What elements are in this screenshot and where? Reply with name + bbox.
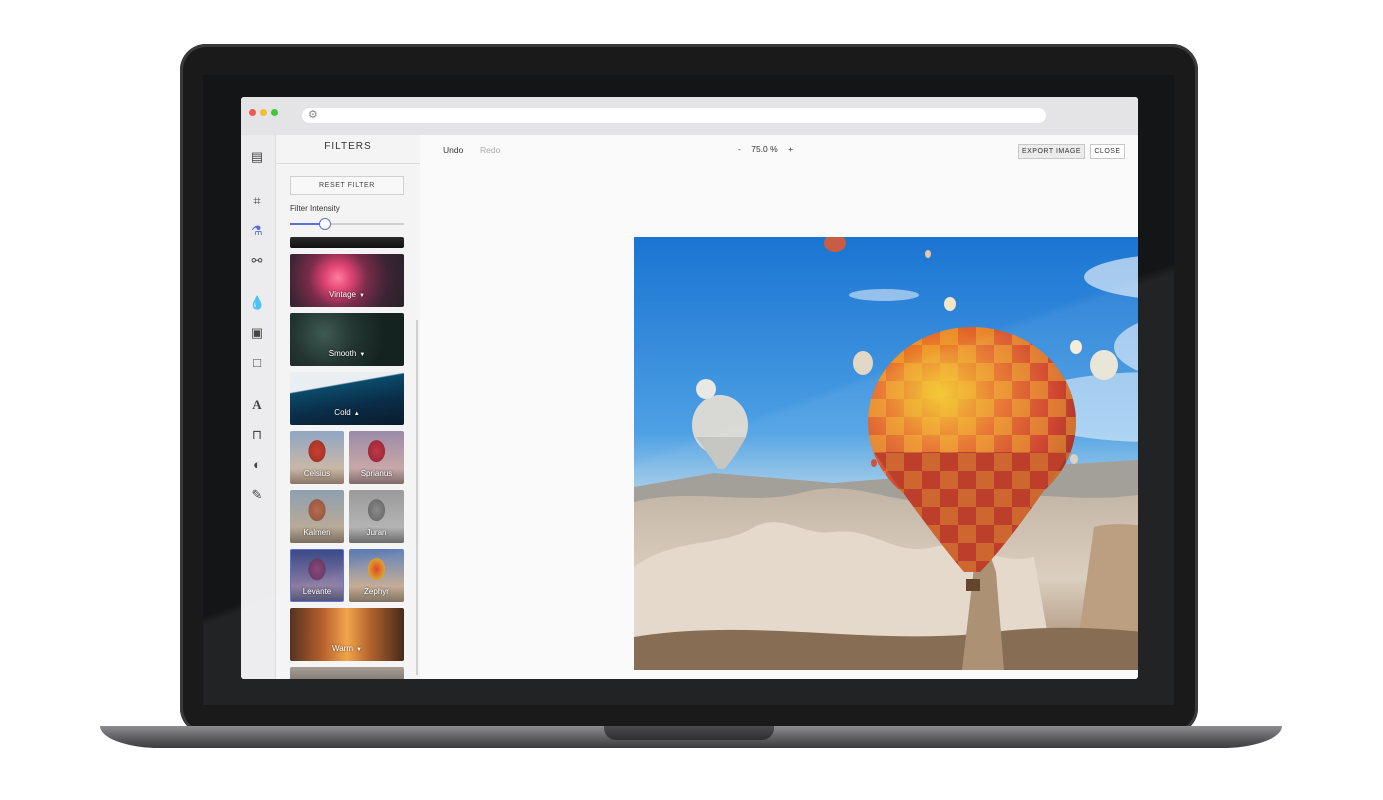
filter-thumb-warm[interactable]: Warm ▼ bbox=[290, 608, 404, 661]
app-window: ⚙ ▤ ⌗ ⚗ ⚯ 💧 ▣ □ A ⊓ ◐ ✎ FILTERS RESET FI… bbox=[241, 97, 1138, 679]
crop-icon[interactable]: ⌗ bbox=[249, 193, 265, 209]
square-icon[interactable]: □ bbox=[249, 355, 265, 371]
close-window-dot[interactable] bbox=[249, 109, 256, 116]
zoom-value: 75.0 % bbox=[751, 144, 778, 154]
filter-thumb-juran[interactable]: Juran bbox=[349, 490, 404, 543]
balloon-photo bbox=[634, 237, 1138, 670]
filter-icon[interactable]: ⚗ bbox=[249, 223, 265, 239]
filter-thumb-kalmen[interactable]: Kalmen bbox=[290, 490, 344, 543]
filter-thumb-smooth[interactable]: Smooth ▼ bbox=[290, 313, 404, 366]
filter-thumb-levante[interactable]: Levante bbox=[290, 549, 344, 602]
tool-rail: ▤ ⌗ ⚗ ⚯ 💧 ▣ □ A ⊓ ◐ ✎ bbox=[241, 135, 276, 679]
browser-titlebar: ⚙ bbox=[241, 97, 1138, 136]
filter-thumb-partial[interactable] bbox=[290, 237, 404, 248]
filter-label: Cold ▲ bbox=[334, 408, 360, 417]
filter-thumb-celsius[interactable]: Celsius bbox=[290, 431, 344, 484]
close-button[interactable]: CLOSE bbox=[1090, 144, 1125, 159]
reset-filter-button[interactable]: RESET FILTER bbox=[290, 176, 404, 195]
filter-label: Levante bbox=[302, 587, 332, 596]
filters-panel: FILTERS RESET FILTER Filter Intensity Vi… bbox=[276, 135, 421, 679]
filter-list: Vintage ▼ Smooth ▼ Cold ▲ Celsius Sprianus … bbox=[290, 237, 406, 679]
maximize-window-dot[interactable] bbox=[271, 109, 278, 116]
filter-label: Juran bbox=[366, 528, 387, 537]
filter-thumb-cold[interactable]: Cold ▲ bbox=[290, 372, 404, 425]
filter-intensity-slider[interactable] bbox=[290, 218, 404, 230]
slider-knob[interactable] bbox=[319, 218, 332, 230]
export-image-button[interactable]: EXPORT IMAGE bbox=[1018, 144, 1085, 159]
filter-intensity-label: Filter Intensity bbox=[290, 204, 340, 213]
photo-canvas[interactable] bbox=[634, 237, 1138, 670]
minimize-window-dot[interactable] bbox=[260, 109, 267, 116]
filter-label: Warm ▼ bbox=[332, 644, 362, 653]
drop-icon[interactable]: 💧 bbox=[249, 295, 265, 311]
settings-icon: ⚙ bbox=[308, 109, 318, 121]
brush-icon[interactable]: ✎ bbox=[249, 487, 265, 503]
divider bbox=[276, 163, 420, 164]
filter-label: Kalmen bbox=[303, 528, 331, 537]
filter-thumb-vintage[interactable]: Vintage ▼ bbox=[290, 254, 404, 307]
bookmark-icon[interactable]: ⊓ bbox=[249, 427, 265, 443]
palette-icon[interactable]: ◐ bbox=[249, 457, 265, 473]
filter-label: Celsius bbox=[303, 469, 331, 478]
filter-thumb-zephyr[interactable]: Zephyr bbox=[349, 549, 404, 602]
redo-button[interactable]: Redo bbox=[480, 145, 500, 155]
zoom-out-button[interactable]: - bbox=[738, 144, 741, 154]
document-icon[interactable]: ▤ bbox=[249, 149, 265, 165]
laptop-notch bbox=[604, 726, 774, 740]
panel-title: FILTERS bbox=[324, 141, 372, 152]
editor-canvas: Undo Redo - 75.0 % + EXPORT IMAGE CLOSE bbox=[420, 135, 1138, 679]
filter-thumb-partial[interactable] bbox=[290, 667, 404, 679]
filter-label: Sprianus bbox=[360, 469, 393, 478]
frame-icon[interactable]: ▣ bbox=[249, 325, 265, 341]
zoom-in-button[interactable]: + bbox=[788, 144, 793, 154]
filter-list-scrollbar[interactable] bbox=[416, 320, 418, 675]
filter-label: Zephyr bbox=[364, 587, 389, 596]
undo-button[interactable]: Undo bbox=[443, 145, 463, 155]
url-bar[interactable]: ⚙ bbox=[302, 108, 1046, 123]
zoom-control: - 75.0 % + bbox=[738, 144, 793, 154]
adjust-icon[interactable]: ⚯ bbox=[249, 253, 265, 269]
text-icon[interactable]: A bbox=[249, 397, 265, 413]
filter-thumb-sprianus[interactable]: Sprianus bbox=[349, 431, 404, 484]
filter-label: Smooth ▼ bbox=[328, 349, 366, 358]
filter-label: Vintage ▼ bbox=[329, 290, 365, 299]
